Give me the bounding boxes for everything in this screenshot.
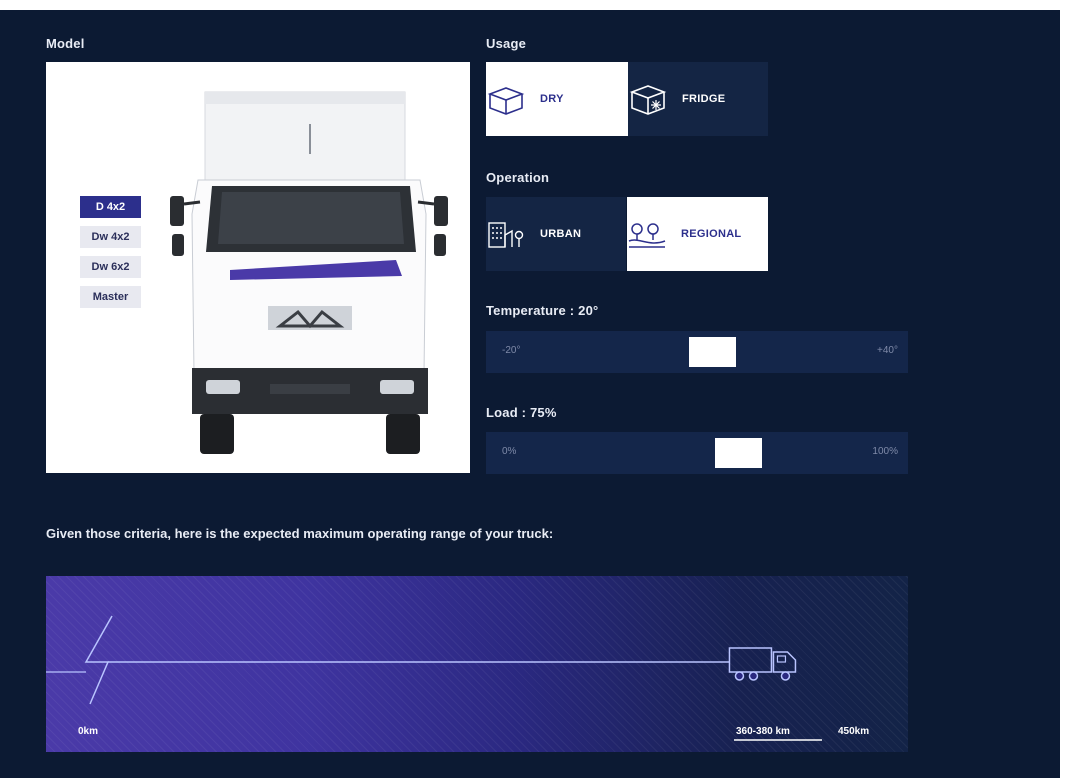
load-slider-thumb[interactable] (714, 438, 762, 468)
range-result-label: 360-380 km (736, 726, 790, 737)
model-option-master[interactable]: Master (80, 286, 141, 308)
fridge-box-icon (629, 85, 667, 115)
usage-option-fridge[interactable]: FRIDGE (628, 62, 768, 136)
load-max-label: 100% (872, 446, 898, 457)
model-option-d-4x2[interactable]: D 4x2 (80, 196, 141, 218)
usage-option-dry[interactable]: DRY (486, 62, 628, 136)
temperature-min-label: -20° (502, 345, 521, 356)
box-icon (487, 87, 525, 115)
operation-option-regional-label: REGIONAL (681, 228, 742, 240)
temperature-label: Temperature : 20° (486, 303, 599, 318)
top-edge (0, 0, 1068, 10)
right-edge (1060, 0, 1068, 778)
model-panel: D 4x2 Dw 4x2 Dw 6x2 Master (46, 62, 470, 473)
model-list: D 4x2 Dw 4x2 Dw 6x2 Master (80, 196, 141, 316)
temperature-slider[interactable]: -20° +40° (486, 331, 908, 373)
load-label: Load : 75% (486, 405, 557, 420)
model-option-dw-4x2[interactable]: Dw 4x2 (80, 226, 141, 248)
operation-label: Operation (486, 170, 550, 185)
operation-option-urban[interactable]: URBAN (486, 197, 626, 271)
truck-image (170, 91, 448, 454)
range-visualization: 0km 360-380 km 450km (46, 576, 908, 752)
road-trees-icon (628, 223, 666, 248)
model-label: Model (46, 36, 85, 51)
operation-option-urban-label: URBAN (540, 228, 582, 240)
usage-option-dry-label: DRY (540, 93, 564, 105)
lightning-icon (84, 615, 113, 705)
operation-option-regional[interactable]: REGIONAL (627, 197, 768, 271)
usage-option-fridge-label: FRIDGE (682, 93, 726, 105)
temperature-max-label: +40° (877, 345, 898, 356)
load-min-label: 0% (502, 446, 517, 457)
truck-icon (728, 647, 797, 681)
city-icon (488, 222, 524, 248)
temperature-slider-thumb[interactable] (689, 337, 737, 367)
range-max-label: 450km (838, 726, 870, 737)
criteria-text: Given those criteria, here is the expect… (46, 526, 554, 541)
model-option-dw-6x2[interactable]: Dw 6x2 (80, 256, 141, 278)
usage-label: Usage (486, 36, 527, 51)
range-start-label: 0km (78, 726, 99, 737)
load-slider[interactable]: 0% 100% (486, 432, 908, 474)
